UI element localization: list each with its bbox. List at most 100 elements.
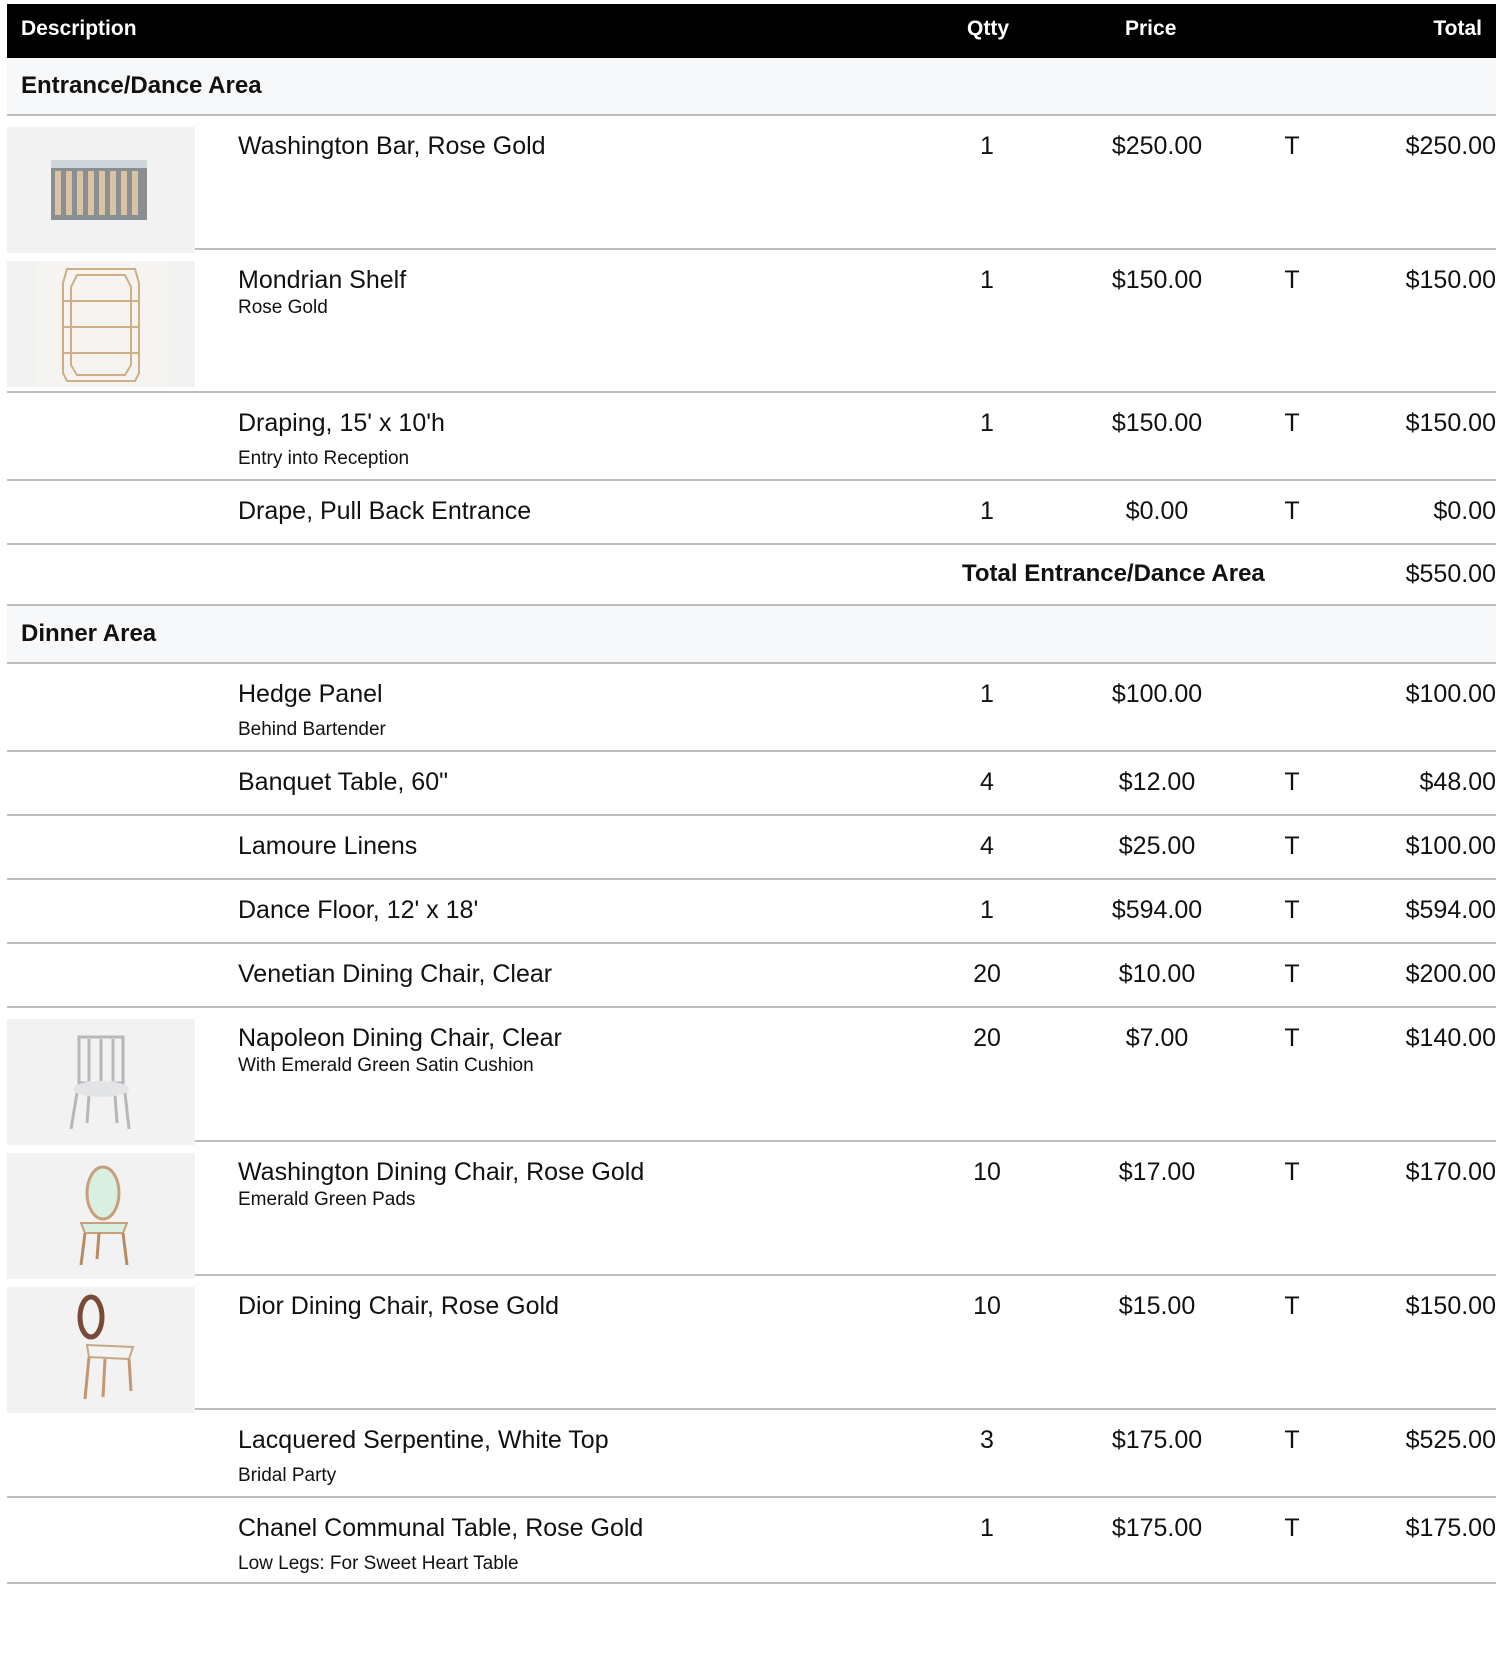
item-description: Chanel Communal Table, Rose Gold Low Legs… — [238, 1514, 643, 1575]
item-name: Dance Floor, 12' x 18' — [238, 896, 479, 924]
item-note: With Emerald Green Satin Cushion — [238, 1055, 534, 1076]
item-description: Venetian Dining Chair, Clear — [238, 960, 552, 989]
item-name: Hedge Panel — [238, 680, 383, 708]
table-header: Description Qtty Price Total — [7, 4, 1496, 58]
item-tax-flag: T — [1284, 1426, 1300, 1454]
green-chair-icon — [7, 1153, 195, 1279]
item-name: Venetian Dining Chair, Clear — [238, 960, 553, 988]
line-item-row: Lacquered Serpentine, White Top Bridal Pa… — [7, 1410, 1496, 1498]
item-total: $48.00 — [1419, 768, 1496, 796]
bar-icon — [7, 127, 195, 253]
line-item-row: Hedge Panel Behind Bartender 1 $100.00 $100.… — [7, 664, 1496, 752]
item-qty: 1 — [980, 497, 994, 525]
invoice-table: Description Qtty Price Total Entrance/Da… — [7, 4, 1496, 1584]
item-total: $594.00 — [1405, 896, 1496, 924]
item-qty: 10 — [973, 1292, 1001, 1320]
item-note: Entry into Reception — [238, 448, 410, 469]
section-header: Dinner Area — [7, 606, 1496, 664]
item-tax-flag: T — [1284, 497, 1300, 525]
clear-chair-icon — [7, 1019, 195, 1145]
item-qty: 20 — [973, 1024, 1001, 1052]
item-qty: 1 — [980, 132, 994, 160]
item-tax-flag: T — [1284, 1024, 1300, 1052]
item-total: $100.00 — [1405, 680, 1496, 708]
item-description: Dior Dining Chair, Rose Gold — [238, 1292, 559, 1321]
item-tax-flag: T — [1284, 896, 1300, 924]
item-name: Dior Dining Chair, Rose Gold — [238, 1292, 559, 1320]
item-note: Rose Gold — [238, 297, 328, 318]
item-tax-flag: T — [1284, 960, 1300, 988]
item-qty: 1 — [980, 680, 994, 708]
item-tax-flag: T — [1284, 832, 1300, 860]
item-total: $525.00 — [1405, 1426, 1496, 1454]
item-total: $100.00 — [1405, 832, 1496, 860]
item-tax-flag: T — [1284, 1158, 1300, 1186]
item-tax-flag: T — [1284, 1514, 1300, 1542]
item-note: Behind Bartender — [238, 719, 386, 740]
item-total: $250.00 — [1405, 132, 1496, 160]
item-qty: 4 — [980, 768, 994, 796]
item-name: Lacquered Serpentine, White Top — [238, 1426, 609, 1454]
item-price: $15.00 — [1118, 1292, 1196, 1320]
item-qty: 1 — [980, 266, 994, 294]
item-total: $175.00 — [1405, 1514, 1496, 1542]
item-name: Mondrian Shelf — [238, 266, 407, 294]
item-description: Lacquered Serpentine, White Top Bridal Pa… — [238, 1426, 609, 1487]
item-note: Bridal Party — [238, 1465, 337, 1486]
item-total: $150.00 — [1405, 1292, 1496, 1320]
line-item-row: Dior Dining Chair, Rose Gold 10 $15.00 T $15… — [7, 1276, 1496, 1413]
item-price: $594.00 — [1111, 896, 1203, 924]
section-title: Entrance/Dance Area — [21, 72, 262, 99]
item-qty: 1 — [980, 896, 994, 924]
item-name: Draping, 15' x 10'h — [238, 409, 445, 437]
item-description: Drape, Pull Back Entrance — [238, 497, 531, 526]
line-item-row: Chanel Communal Table, Rose Gold Low Legs… — [7, 1498, 1496, 1584]
item-price: $250.00 — [1111, 132, 1203, 160]
item-tax-flag: T — [1284, 266, 1300, 294]
item-tax-flag: T — [1284, 132, 1300, 160]
item-price: $175.00 — [1111, 1514, 1203, 1542]
item-total: $200.00 — [1405, 960, 1496, 988]
item-description: Draping, 15' x 10'h Entry into Reception — [238, 409, 445, 470]
header-description: Description — [21, 17, 137, 40]
section-title: Dinner Area — [21, 620, 157, 647]
line-item-row: Washington Dining Chair, Rose Gold Emeral… — [7, 1142, 1496, 1279]
item-tax-flag: T — [1284, 768, 1300, 796]
item-tax-flag: T — [1284, 1292, 1300, 1320]
item-qty: 1 — [980, 1514, 994, 1542]
item-price: $175.00 — [1111, 1426, 1203, 1454]
item-total: $150.00 — [1405, 266, 1496, 294]
item-price: $17.00 — [1118, 1158, 1196, 1186]
subtotal-label: Total Entrance/Dance Area — [962, 560, 1265, 587]
section-header: Entrance/Dance Area — [7, 58, 1496, 116]
item-description: Napoleon Dining Chair, Clear With Emerald… — [238, 1024, 562, 1077]
item-note: Emerald Green Pads — [238, 1189, 416, 1210]
item-price: $0.00 — [1125, 497, 1189, 525]
shelf-icon — [7, 261, 195, 387]
header-price: Price — [1125, 17, 1177, 40]
line-item-row: Dance Floor, 12' x 18' 1 $594.00 T $594.00 — [7, 880, 1496, 944]
item-total: $0.00 — [1433, 497, 1496, 525]
item-tax-flag: T — [1284, 409, 1300, 437]
item-qty: 3 — [980, 1426, 994, 1454]
line-item-row: Drape, Pull Back Entrance 1 $0.00 T $0.00 — [7, 481, 1496, 545]
item-name: Banquet Table, 60" — [238, 768, 448, 796]
item-description: Washington Dining Chair, Rose Gold Emeral… — [238, 1158, 644, 1211]
item-description: Mondrian Shelf Rose Gold — [238, 266, 406, 319]
item-total: $150.00 — [1405, 409, 1496, 437]
item-price: $25.00 — [1118, 832, 1196, 860]
item-name: Washington Bar, Rose Gold — [238, 132, 546, 160]
item-description: Washington Bar, Rose Gold — [238, 132, 546, 161]
item-name: Lamoure Linens — [238, 832, 418, 860]
item-price: $150.00 — [1111, 266, 1203, 294]
item-description: Lamoure Linens — [238, 832, 417, 861]
header-total: Total — [1433, 17, 1482, 40]
item-price: $100.00 — [1111, 680, 1203, 708]
item-price: $7.00 — [1125, 1024, 1189, 1052]
item-total: $140.00 — [1405, 1024, 1496, 1052]
section-subtotal-row: Total Entrance/Dance Area $550.00 — [7, 545, 1496, 606]
item-price: $10.00 — [1118, 960, 1196, 988]
item-description: Hedge Panel Behind Bartender — [238, 680, 386, 741]
line-item-row: Banquet Table, 60" 4 $12.00 T $48.00 — [7, 752, 1496, 816]
line-item-row: Napoleon Dining Chair, Clear With Emerald… — [7, 1008, 1496, 1145]
